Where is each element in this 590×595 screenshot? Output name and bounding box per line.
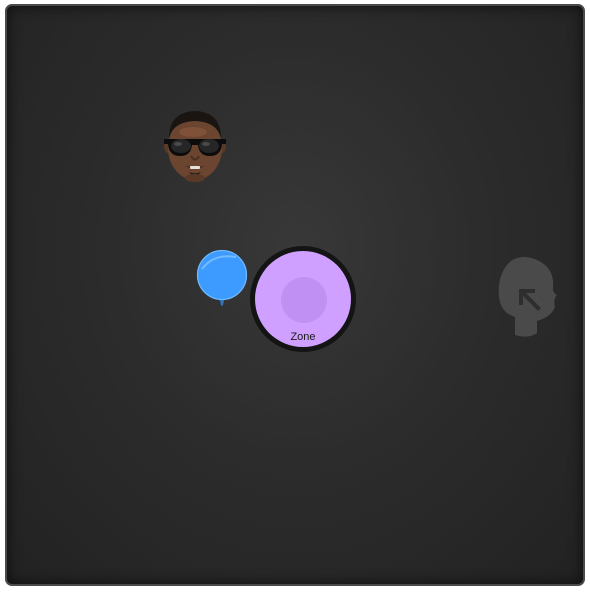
zone-label: Zone — [290, 331, 316, 343]
zone-circle[interactable]: Zone — [250, 246, 356, 352]
avatar-face-icon[interactable] — [163, 108, 227, 184]
head-silhouette-pointer-icon[interactable] — [493, 255, 565, 345]
board-canvas[interactable]: Zone — [5, 4, 585, 586]
zone-core — [281, 277, 327, 323]
blue-pin-dot-icon[interactable] — [196, 249, 248, 307]
zone-fill: Zone — [255, 251, 351, 347]
